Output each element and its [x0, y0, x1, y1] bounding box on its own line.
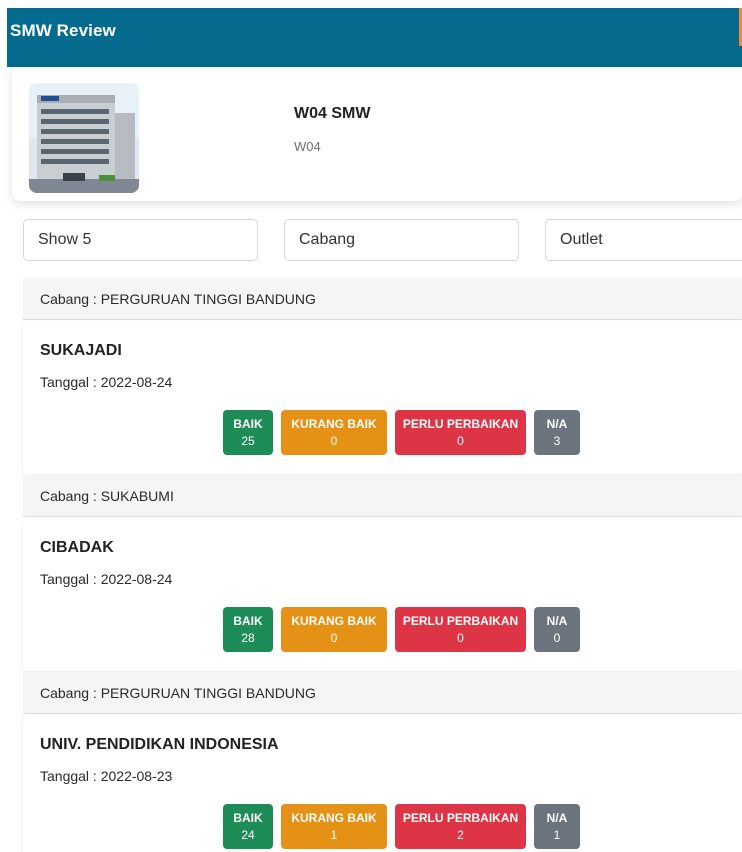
outlet-name: UNIV. PENDIDIKAN INDONESIA [40, 736, 279, 753]
top-bar: SMW Review [7, 8, 742, 67]
na-badge: N/A 1 [534, 804, 580, 849]
baik-badge: BAIK 25 [223, 410, 273, 455]
perlu-perbaikan-badge: PERLU PERBAIKAN 0 [395, 410, 526, 455]
profile-name: W04 SMW [294, 105, 371, 122]
na-badge: N/A 3 [534, 410, 580, 455]
perlu-perbaikan-badge: PERLU PERBAIKAN 0 [395, 607, 526, 652]
perlu-perbaikan-badge: PERLU PERBAIKAN 2 [395, 804, 526, 849]
kurang-baik-badge: KURANG BAIK 1 [281, 804, 387, 849]
baik-badge: BAIK 24 [223, 804, 273, 849]
na-badge: N/A 0 [534, 607, 580, 652]
app-root: SMW Review W04 SMW W04 Show 5 Cabang Out… [0, 0, 742, 852]
show-count-select[interactable]: Show 5 [23, 219, 258, 261]
profile-code: W04 [294, 139, 321, 154]
review-card[interactable]: SUKAJADI Tanggal : 2022-08-24 BAIK 25 KUR… [23, 321, 742, 474]
kurang-baik-badge: KURANG BAIK 0 [281, 410, 387, 455]
group-header: Cabang : PERGURUAN TINGGI BANDUNG [23, 278, 742, 320]
kurang-baik-badge: KURANG BAIK 0 [281, 607, 387, 652]
group-header: Cabang : SUKABUMI [23, 475, 742, 517]
review-card[interactable]: UNIV. PENDIDIKAN INDONESIA Tanggal : 202… [23, 715, 742, 852]
cabang-select[interactable]: Cabang [284, 219, 519, 261]
review-date: Tanggal : 2022-08-24 [40, 374, 173, 390]
app-title: SMW Review [10, 21, 116, 40]
office-building-photo [29, 83, 139, 193]
outlet-select[interactable]: Outlet [545, 219, 742, 261]
review-date: Tanggal : 2022-08-24 [40, 571, 173, 587]
baik-badge: BAIK 28 [223, 607, 273, 652]
outlet-name: SUKAJADI [40, 342, 122, 359]
review-card[interactable]: CIBADAK Tanggal : 2022-08-24 BAIK 28 KURA… [23, 518, 742, 671]
outlet-name: CIBADAK [40, 539, 114, 556]
profile-card: W04 SMW W04 [12, 67, 742, 201]
review-date: Tanggal : 2022-08-23 [40, 768, 173, 784]
group-header: Cabang : PERGURUAN TINGGI BANDUNG [23, 672, 742, 714]
